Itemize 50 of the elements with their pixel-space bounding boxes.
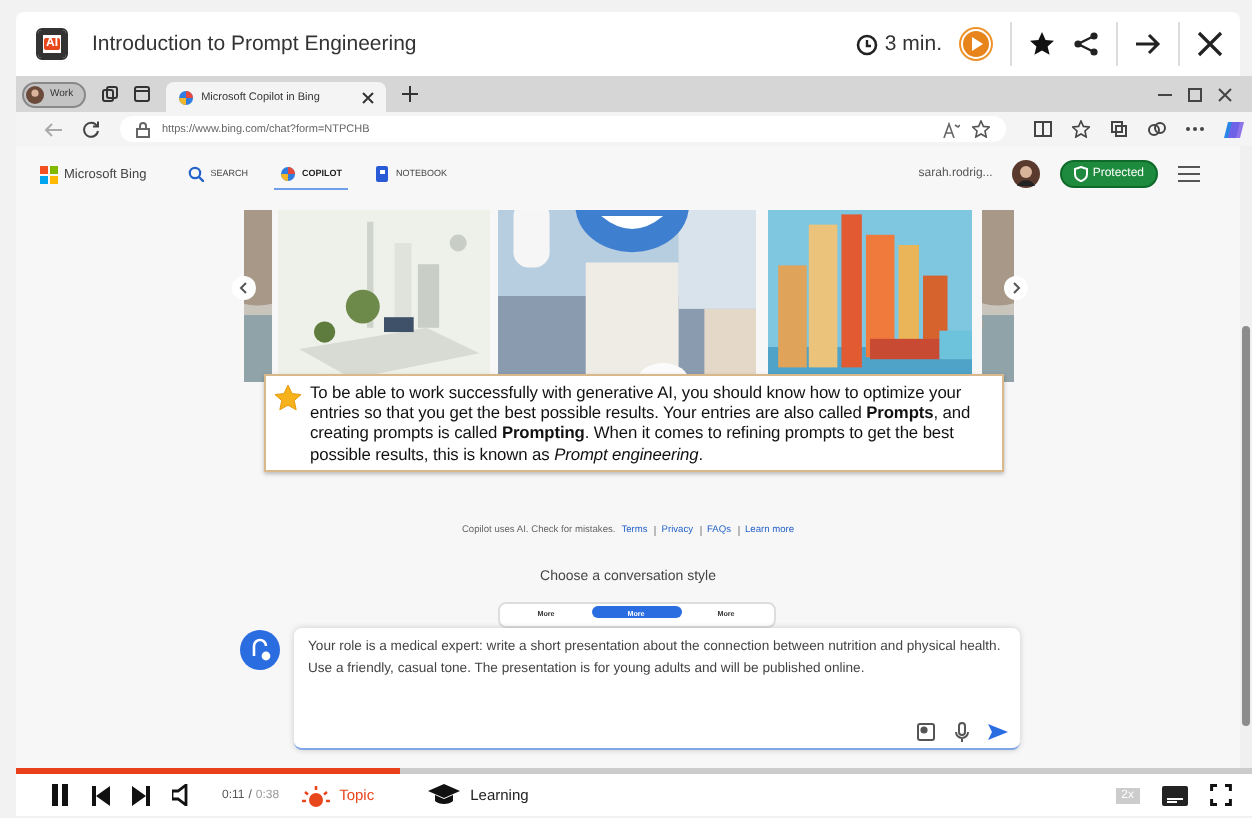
duration-text: 3 min. [884,32,942,56]
avatar-icon [26,85,44,103]
close-icon[interactable] [1196,30,1224,58]
new-tab-icon[interactable] [401,86,418,102]
microsoft-logo-icon [40,165,58,183]
search-icon [188,165,205,181]
collections-icon[interactable] [1110,120,1128,138]
skip-back-button[interactable] [92,785,110,805]
play-button[interactable] [958,26,994,62]
arrow-right-icon[interactable] [1134,30,1162,58]
lesson-title: Introduction to Prompt Engineering [92,32,417,56]
share-icon[interactable] [1072,30,1100,58]
image-search-icon[interactable] [916,722,936,742]
split-screen-icon[interactable] [1034,120,1052,138]
shield-icon [1074,166,1089,182]
star-icon[interactable] [1028,30,1056,58]
tab-actions-icon[interactable] [133,86,150,102]
volume-button[interactable] [172,784,190,806]
fullscreen-button[interactable] [1210,784,1232,806]
refresh-icon[interactable] [82,120,100,138]
avatar-icon[interactable] [1012,160,1041,188]
read-aloud-icon[interactable] [942,121,960,137]
star-icon [274,384,302,412]
graduation-cap-icon [428,784,461,806]
captions-button[interactable] [1162,785,1188,805]
extensions-icon[interactable] [1148,120,1166,138]
copilot-logo-icon [279,165,296,181]
favorites-icon[interactable] [1072,120,1090,138]
menu-icon[interactable] [1178,166,1200,182]
more-icon[interactable] [1186,126,1204,132]
copilot-logo-icon[interactable] [1224,119,1244,139]
close-icon[interactable] [361,91,374,103]
previous-button[interactable] [232,276,256,300]
next-button[interactable] [1004,276,1028,300]
progress-track[interactable] [16,768,1252,774]
pause-button[interactable] [50,784,70,806]
notebook-icon [373,165,390,181]
maximize-icon[interactable] [1188,87,1202,101]
close-icon[interactable] [1218,87,1232,101]
collections-icon[interactable] [101,86,118,102]
send-icon[interactable] [988,722,1008,742]
new-topic-button[interactable] [240,630,280,670]
copilot-logo-icon [177,89,194,105]
clock-icon [856,33,879,55]
skip-forward-button[interactable] [132,785,150,805]
sun-icon [301,783,330,807]
lock-icon [136,121,150,137]
callout-text: To be able to work successfully with generative AI, you should know how to optimize your entries so that you get the best possible results. Your entries are also called Prompts, and creating prompts is called Prompting. When it comes to refining prompts to get the best possible results, this is known as Prompt engineering. [310,382,973,464]
microphone-icon[interactable] [954,722,970,742]
favorite-icon[interactable] [972,120,990,138]
